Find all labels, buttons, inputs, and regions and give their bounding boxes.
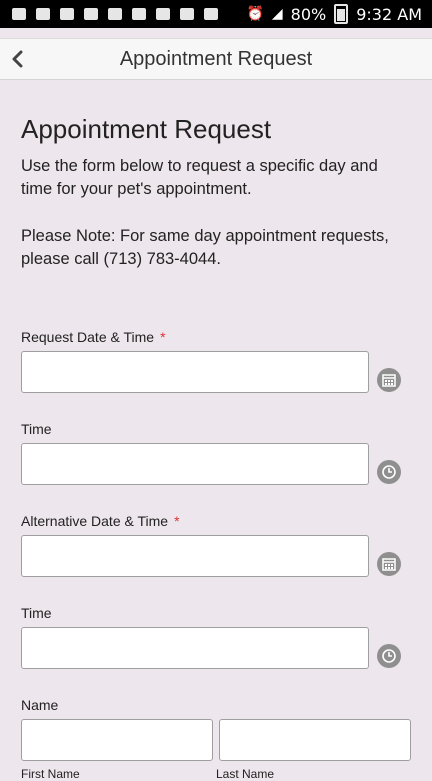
alternative-date-label: Alternative Date & Time * (21, 513, 411, 529)
clock-button[interactable] (377, 644, 401, 668)
back-button[interactable] (0, 39, 36, 79)
battery-icon (334, 4, 349, 24)
app-bar-title: Appointment Request (119, 47, 313, 70)
missed-call-icon (108, 8, 122, 20)
time-input[interactable] (21, 443, 369, 485)
email-icon (36, 8, 50, 20)
calendar-icon (382, 374, 396, 387)
intro-text: Use the form below to request a specific… (21, 157, 378, 198)
request-date-label: Request Date & Time * (21, 329, 411, 345)
first-name-sublabel: First Name (21, 767, 80, 781)
wifi-calling-icon (84, 8, 98, 20)
time-input[interactable] (21, 627, 369, 669)
last-name-sublabel: Last Name (216, 767, 275, 781)
clock-time: 9:32 AM (356, 4, 422, 24)
status-bar: ⏰ ◢ 80% 9:32 AM (0, 0, 432, 28)
app-bar: Appointment Request (0, 38, 432, 80)
alarm-icon: ⏰ (246, 6, 264, 22)
calendar-button[interactable] (377, 552, 401, 576)
name-label: Name (21, 697, 411, 713)
field-label-text: Name (21, 697, 59, 713)
field-label-text: Time (21, 421, 52, 437)
email-icon (12, 8, 26, 20)
time-label: Time (21, 605, 411, 621)
image-icon (60, 8, 74, 20)
clock-icon (382, 649, 396, 663)
email-icon (156, 8, 170, 20)
note-text: Please Note: For same day appointment re… (21, 227, 389, 268)
clock-button[interactable] (377, 460, 401, 484)
notification-icons (0, 8, 218, 20)
lte-signal-icon: ◢ (271, 6, 283, 22)
field-label-text: Time (21, 605, 52, 621)
battery-percent: 80% (290, 4, 327, 24)
time-label: Time (21, 421, 411, 437)
form-content: Appointment Request Use the form below t… (21, 80, 411, 781)
voicemail-icon (180, 8, 194, 20)
alternative-date-input[interactable] (21, 535, 369, 577)
required-marker: * (160, 329, 166, 345)
photo-icon (204, 8, 218, 20)
system-status: ⏰ ◢ 80% 9:32 AM (246, 4, 432, 24)
field-label-text: Request Date & Time (21, 329, 155, 345)
last-name-input[interactable] (219, 719, 411, 761)
page-title: Appointment Request (21, 114, 272, 144)
request-date-input[interactable] (21, 351, 369, 393)
required-marker: * (174, 513, 180, 529)
chevron-left-icon (12, 50, 23, 68)
clock-icon (382, 465, 396, 479)
first-name-input[interactable] (21, 719, 213, 761)
calendar-icon (382, 558, 396, 571)
notification-icon (132, 8, 146, 20)
calendar-button[interactable] (377, 368, 401, 392)
field-label-text: Alternative Date & Time (21, 513, 169, 529)
